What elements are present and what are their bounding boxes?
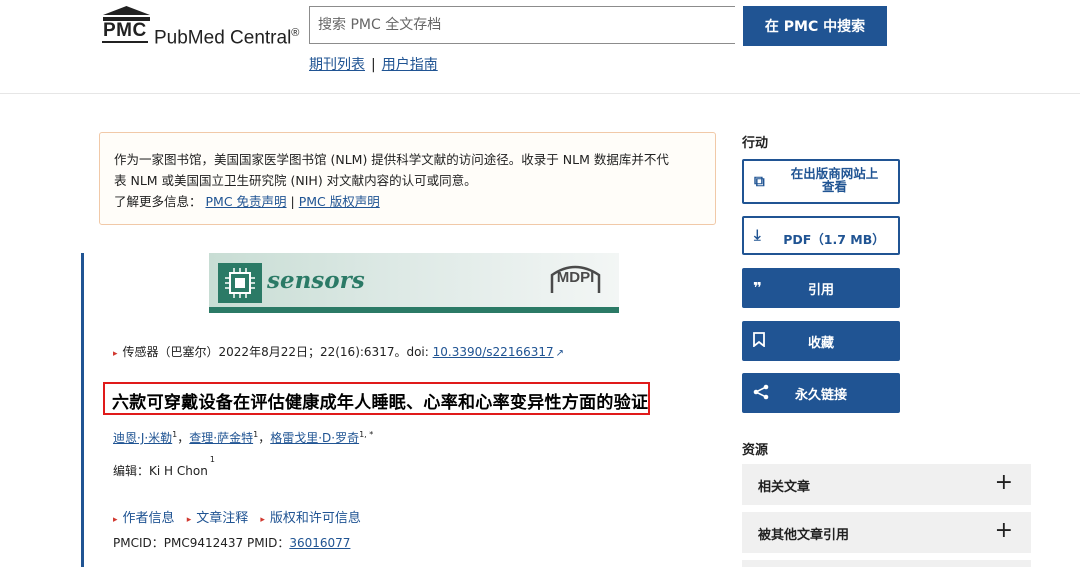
author-list: 迪恩·J·米勒1，查理·萨金特1，格雷戈里·D·罗奇1, * [113,430,374,445]
pmid-link[interactable]: 36016077 [289,536,350,550]
plus-icon: + [994,518,1013,543]
publisher-button-label: 在出版商网站上 查看 [790,166,879,194]
top-links: 期刊列表 | 用户指南 [309,54,438,74]
permalink-button[interactable]: 永久链接 [742,373,900,413]
pmc-logo[interactable]: PMC PubMed Central® [102,6,302,49]
article-notes-toggle[interactable]: ▸ 文章注释 [187,511,249,526]
site-header: PMC PubMed Central® 在 PMC 中搜索 期刊列表 | 用户指南 [0,0,1080,94]
doi-link[interactable]: 10.3390/s22166317 [433,345,554,359]
accordion-label: 相关文章 [758,480,811,495]
logo-name: PubMed Central® [154,27,300,49]
user-guide-link[interactable]: 用户指南 [382,57,438,73]
more-resources-accordion[interactable] [742,560,1031,567]
nlm-disclaimer: 作为一家图书馆，美国国家医学图书馆 (NLM) 提供科学文献的访问途径。收录于 … [99,132,716,225]
citation-line: ▸ 传感器（巴塞尔）2022年8月22日；22(16):6317。doi: 10.… [113,345,565,359]
disclaimer-line-2: 表 NLM 或美国国立卫生研究院 (NIH) 对文献内容的认可或同意。 [114,173,477,188]
link-separator: | [371,57,376,73]
disclaimer-separator: | [290,194,295,209]
collections-label: 收藏 [807,336,834,351]
publisher-name: MDPI [556,269,595,286]
expand-triangle-icon: ▸ [113,515,118,525]
article-info-links: ▸ 作者信息 ▸ 文章注释 ▸ 版权和许可信息 [113,507,369,526]
pdf-label: PDF（1.7 MB） [783,232,885,247]
editor-line: 编辑：Ki H Chon1 [113,455,215,478]
affiliation-sup: 1, * [359,430,374,439]
journal-banner[interactable]: sensors MDPI [209,253,619,313]
logo-abbreviation: PMC [102,20,148,43]
external-link-icon: ↗ [555,348,565,359]
disclaimer-line-1: 作为一家图书馆，美国国家医学图书馆 (NLM) 提供科学文献的访问途径。收录于 … [114,152,669,167]
cited-by-accordion[interactable]: 被其他文章引用 + [742,512,1031,553]
permalink-label: 永久链接 [794,388,847,403]
chip-icon [218,263,262,303]
registered-mark: ® [291,27,300,39]
collections-button[interactable]: 收藏 [742,321,900,361]
accordion-label: 被其他文章引用 [758,528,850,543]
author-link[interactable]: 格雷戈里·D·罗奇 [270,431,359,445]
cite-label: 引用 [807,283,834,298]
expand-triangle-icon: ▸ [260,515,265,525]
resources-heading: 资源 [742,443,769,458]
journal-name: sensors [267,267,365,294]
editor-sup: 1 [209,455,215,464]
disclaimer-learn-more: 了解更多信息： PMC 免责声明 | PMC 版权声明 [114,194,380,209]
search-button[interactable]: 在 PMC 中搜索 [743,6,887,46]
view-on-publisher-button[interactable]: ⧉ 在出版商网站上 查看 [742,159,900,204]
article-title-highlight: 六款可穿戴设备在评估健康成年人睡眠、心率和心率变异性方面的验证 [103,382,650,415]
banner-stripe [209,307,619,313]
article-accent-bar [81,253,84,567]
author-link[interactable]: 查理·萨金特 [189,431,253,445]
download-icon: ⤓ [754,226,761,244]
pdf-download-button[interactable]: ⤓ PDF（1.7 MB） [742,216,900,255]
expand-triangle-icon: ▸ [186,515,192,525]
pmc-copyright-link[interactable]: PMC 版权声明 [299,194,380,209]
editor-name: Ki H Chon [149,464,208,478]
author-info-toggle[interactable]: ▸ 作者信息 [113,511,175,526]
external-link-icon: ⧉ [754,172,765,190]
copyright-info-toggle[interactable]: ▸ 版权和许可信息 [260,511,361,526]
similar-articles-accordion[interactable]: 相关文章 + [742,464,1031,505]
article-title: 六款可穿戴设备在评估健康成年人睡眠、心率和心率变异性方面的验证 [112,393,649,413]
actions-heading: 行动 [742,136,769,151]
pmc-disclaimer-link[interactable]: PMC 免责声明 [206,194,287,209]
plus-icon: + [994,470,1013,495]
expand-triangle-icon[interactable]: ▸ [113,349,118,359]
journal-list-link[interactable]: 期刊列表 [309,57,365,73]
cite-button[interactable]: ❞ 引用 [742,268,900,308]
search-input[interactable] [309,6,735,44]
author-link[interactable]: 迪恩·J·米勒 [113,431,172,445]
article-ids: PMCID：PMC9412437 PMID：36016077 [113,536,351,550]
